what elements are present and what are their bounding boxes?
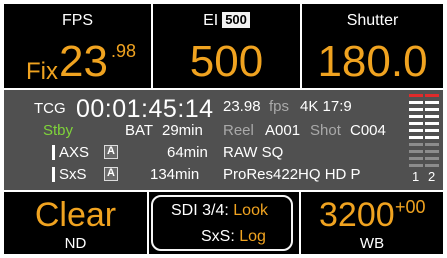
- reel-label: Reel: [223, 122, 254, 139]
- ei-base-badge: 500: [222, 12, 250, 28]
- sdi-line: SDI 3/4: Look: [171, 202, 268, 220]
- media-axs-format: RAW SQ: [223, 144, 284, 161]
- ei-header: EI 500: [153, 12, 300, 30]
- sxs-line: SxS: Log: [201, 228, 266, 246]
- fps-value: 23: [59, 37, 108, 86]
- reel-value: A001: [265, 122, 301, 139]
- tcg-label: TCG: [34, 100, 66, 117]
- fps-mode: Fix: [26, 58, 58, 85]
- shot-value: C004: [350, 122, 386, 139]
- sxs-label: SxS:: [201, 228, 235, 245]
- camera-status-screen: FPS Fix 23 .98 EI 500 500 Shutter 180.0 T…: [0, 0, 447, 258]
- nd-panel[interactable]: Clear ND: [4, 192, 147, 254]
- media-axs-name: AXS: [59, 144, 90, 161]
- fps-unit: fps: [269, 98, 290, 115]
- nd-value: Clear: [34, 196, 117, 234]
- wb-offset: +00: [395, 197, 426, 217]
- record-state: Stby: [43, 122, 74, 139]
- nd-label: ND: [64, 235, 87, 252]
- shot-label: Shot: [310, 122, 341, 139]
- battery-remaining: 29min: [162, 122, 203, 139]
- shutter-label: Shutter: [346, 12, 399, 29]
- resolution: 4K 17:9: [300, 98, 352, 115]
- timecode: 00:01:45:14: [76, 95, 214, 123]
- media-slot-icon: A: [104, 145, 118, 159]
- media-slot-icon: A: [104, 167, 118, 181]
- media-axs-remaining: 64min: [167, 144, 208, 161]
- wb-value: 3200: [319, 196, 395, 234]
- media-sxs-name: SxS: [59, 166, 87, 183]
- sdi-label: SDI 3/4:: [171, 202, 229, 219]
- framerate: 23.98: [223, 98, 261, 115]
- fps-decimal: .98: [111, 41, 137, 61]
- shutter-panel[interactable]: Shutter 180.0: [302, 4, 443, 88]
- fps-label: FPS: [61, 12, 94, 29]
- ei-label: EI: [203, 12, 219, 29]
- ei-value: 500: [189, 37, 264, 86]
- fps-panel[interactable]: FPS Fix 23 .98: [4, 4, 151, 88]
- monitor-lut-panel[interactable]: SDI 3/4: Look SxS: Log: [149, 192, 299, 254]
- audio-ch1-label: 1: [412, 169, 420, 184]
- audio-ch2-label: 2: [428, 169, 436, 184]
- media-indicator-bar: [52, 167, 55, 182]
- media-sxs-format: ProRes422HQ HD P: [223, 166, 361, 183]
- status-panel: TCG 00:01:45:14 23.98 fps 4K 17:9 Stby B…: [4, 90, 443, 190]
- media-indicator-bar: [52, 145, 55, 160]
- media-sxs-remaining: 134min: [150, 166, 200, 183]
- wb-label: WB: [359, 235, 385, 252]
- sdi-value: Look: [233, 202, 268, 219]
- wb-panel[interactable]: 3200 +00 WB: [301, 192, 443, 254]
- shutter-value: 180.0: [317, 37, 428, 86]
- battery-label: BAT: [125, 122, 154, 139]
- sxs-value: Log: [239, 228, 266, 245]
- ei-panel[interactable]: EI 500 500: [153, 4, 300, 88]
